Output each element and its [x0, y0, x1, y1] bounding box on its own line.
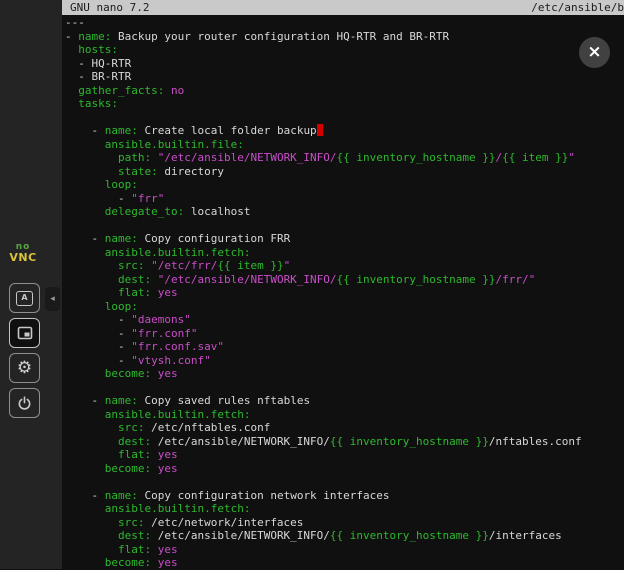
editor-line: loop:	[65, 300, 624, 314]
editor-line: - HQ-RTR	[65, 57, 624, 71]
novnc-logo-bottom: VNC	[0, 252, 46, 264]
editor-line: src: /etc/nftables.conf	[65, 421, 624, 435]
editor-line: - BR-RTR	[65, 70, 624, 84]
power-icon	[17, 396, 32, 411]
collapse-left-icon: ◂	[50, 295, 55, 304]
fullscreen-icon	[17, 325, 33, 341]
editor-line: - "vtysh.conf"	[65, 354, 624, 368]
editor-line: flat: yes	[65, 286, 624, 300]
editor-line: path: "/etc/ansible/NETWORK_INFO/{{ inve…	[65, 151, 624, 165]
editor-line: - name: Copy configuration FRR	[65, 232, 624, 246]
editor-line: src: "/etc/frr/{{ item }}"	[65, 259, 624, 273]
keyboard-button[interactable]: A	[9, 283, 40, 313]
editor-line: dest: /etc/ansible/NETWORK_INFO/{{ inven…	[65, 435, 624, 449]
editor-line: become: yes	[65, 462, 624, 476]
nano-version-label: GNU nano 7.2	[70, 0, 149, 15]
nano-filename-label: /etc/ansible/b	[531, 0, 624, 15]
editor-line: - name: Backup your router configuration…	[65, 30, 624, 44]
editor-line: - "daemons"	[65, 313, 624, 327]
editor-line: loop:	[65, 178, 624, 192]
editor-line: state: directory	[65, 165, 624, 179]
editor-line: ansible.builtin.fetch:	[65, 502, 624, 516]
editor-line	[65, 219, 624, 233]
editor-line: tasks:	[65, 97, 624, 111]
editor-line: - "frr.conf"	[65, 327, 624, 341]
control-bar-handle[interactable]: ◂	[45, 287, 60, 311]
editor-line: gather_facts: no	[65, 84, 624, 98]
editor-line: dest: /etc/ansible/NETWORK_INFO/{{ inven…	[65, 529, 624, 543]
editor-line: ---	[65, 16, 624, 30]
novnc-logo: no VNC	[0, 243, 46, 264]
editor-line: ansible.builtin.file:	[65, 138, 624, 152]
screen: no VNC ◂ A ⚙ GNU nano 7.2 /e	[0, 0, 624, 569]
close-button[interactable]: ×	[579, 37, 610, 68]
terminal-window[interactable]: GNU nano 7.2 /etc/ansible/b ---- name: B…	[62, 0, 624, 569]
vnc-control-bar: no VNC ◂ A ⚙	[0, 0, 62, 569]
text-cursor	[317, 124, 324, 136]
editor-line: ansible.builtin.fetch:	[65, 408, 624, 422]
editor-line: - "frr"	[65, 192, 624, 206]
editor-line: become: yes	[65, 367, 624, 381]
editor-line: delegate_to: localhost	[65, 205, 624, 219]
nano-titlebar: GNU nano 7.2 /etc/ansible/b	[62, 0, 624, 15]
editor-line: src: /etc/network/interfaces	[65, 516, 624, 530]
keyboard-icon-letter: A	[21, 294, 27, 302]
settings-button[interactable]: ⚙	[9, 353, 40, 383]
power-button[interactable]	[9, 388, 40, 418]
editor-line	[65, 111, 624, 125]
editor-line: flat: yes	[65, 543, 624, 557]
close-icon: ×	[587, 44, 601, 61]
editor-line: flat: yes	[65, 448, 624, 462]
editor-line: ansible.builtin.fetch:	[65, 246, 624, 260]
editor-line: hosts:	[65, 43, 624, 57]
editor-line: become: yes	[65, 556, 624, 570]
editor-line: - name: Create local folder backup	[65, 124, 624, 138]
fullscreen-button[interactable]	[9, 318, 40, 348]
editor-line: dest: "/etc/ansible/NETWORK_INFO/{{ inve…	[65, 273, 624, 287]
gear-icon: ⚙	[17, 360, 32, 377]
editor-lines[interactable]: ---- name: Backup your router configurat…	[62, 15, 624, 570]
editor-line: - name: Copy configuration network inter…	[65, 489, 624, 503]
keyboard-icon: A	[16, 291, 33, 306]
editor-line: - "frr.conf.sav"	[65, 340, 624, 354]
editor-line	[65, 475, 624, 489]
editor-line	[65, 381, 624, 395]
editor-line: - name: Copy saved rules nftables	[65, 394, 624, 408]
